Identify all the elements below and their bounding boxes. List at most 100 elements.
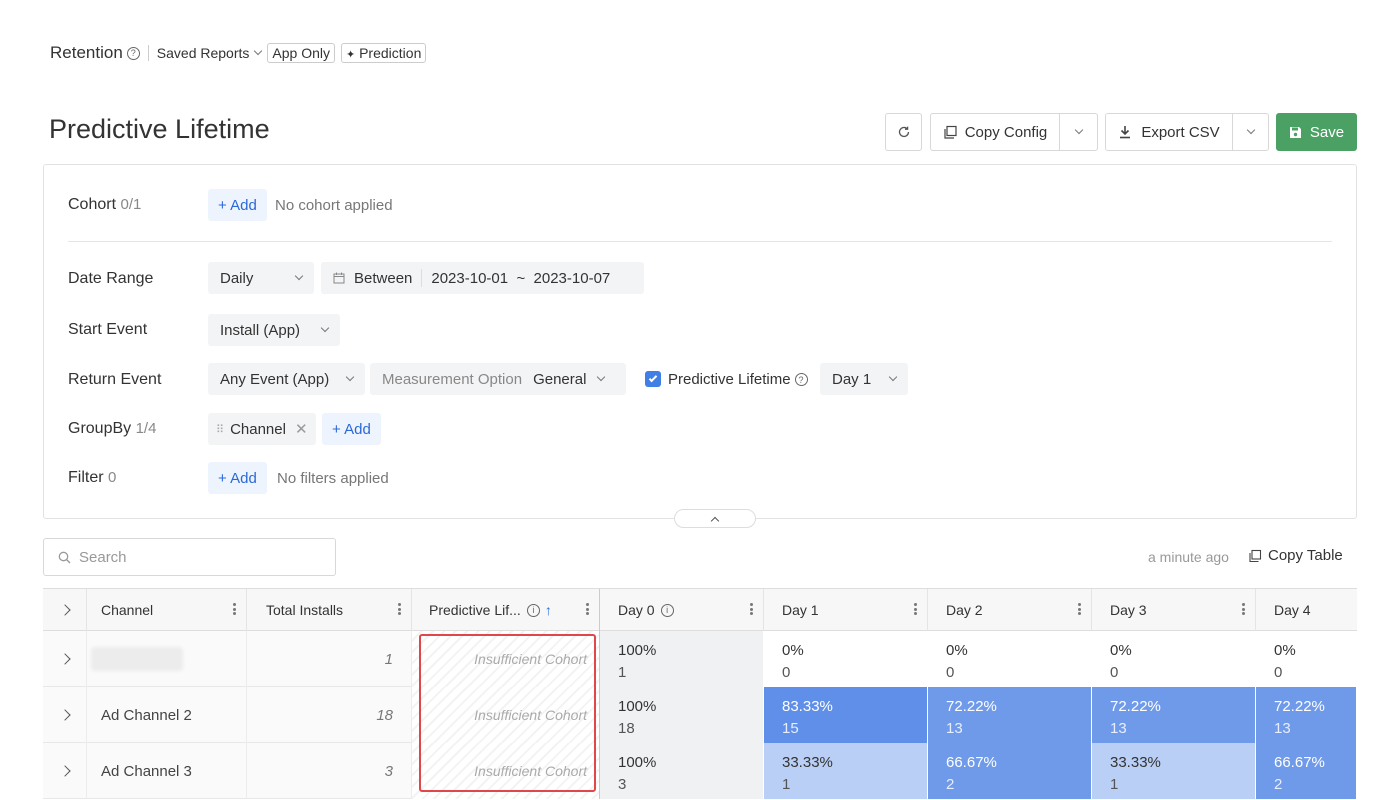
retention-cell-day0[interactable]: 100% 18 <box>600 687 764 743</box>
retention-cell-day2[interactable]: 0% 0 <box>928 631 1092 687</box>
save-button[interactable]: Save <box>1276 113 1357 151</box>
retention-cell-day3[interactable]: 0% 0 <box>1092 631 1256 687</box>
date-granularity-select[interactable]: Daily <box>208 262 314 294</box>
row-expand-button[interactable] <box>43 631 87 687</box>
add-filter-button[interactable]: + Add <box>208 462 267 494</box>
column-header-day3[interactable]: Day 3 <box>1092 589 1256 631</box>
table-header: Channel Total Installs Predictive Lif...… <box>43 589 1357 631</box>
question-circle-icon[interactable]: ? <box>126 46 140 60</box>
retention-percent: 72.22% <box>946 698 997 715</box>
column-header-channel[interactable]: Channel <box>87 589 247 631</box>
refresh-icon <box>898 126 909 138</box>
retention-cell-day1[interactable]: 33.33% 1 <box>764 743 928 799</box>
column-header-day0[interactable]: Day 0 i <box>600 589 764 631</box>
retention-cell-day2[interactable]: 72.22% 13 <box>928 687 1092 743</box>
last-updated-text: a minute ago <box>1148 549 1229 565</box>
predictive-day-select[interactable]: Day 1 <box>820 363 908 395</box>
column-header-predictive-lifetime[interactable]: Predictive Lif... i ↑ <box>412 589 600 631</box>
retention-cell-day4[interactable]: 66.67% 2 <box>1256 743 1357 799</box>
start-event-value: Install (App) <box>220 321 301 339</box>
table-row[interactable]: Ad Channel 2 18 Insufficient Cohort 100% 1… <box>43 687 1357 743</box>
refresh-button[interactable] <box>885 113 922 151</box>
expand-all-button[interactable] <box>43 589 87 631</box>
retention-percent: 33.33% <box>782 754 833 771</box>
retention-cell-day4[interactable]: 72.22% 13 <box>1256 687 1357 743</box>
groupby-label-text: GroupBy <box>68 420 132 437</box>
column-menu-icon[interactable] <box>1242 603 1245 615</box>
retention-cell-day1[interactable]: 83.33% 15 <box>764 687 928 743</box>
chevron-right-icon <box>58 709 71 721</box>
retention-count: 1 <box>782 776 791 793</box>
column-menu-icon[interactable] <box>586 603 589 615</box>
return-event-label: Return Event <box>68 371 162 388</box>
retention-count: 13 <box>946 720 963 737</box>
filter-empty-text: No filters applied <box>277 470 389 487</box>
saved-reports-dropdown[interactable]: Saved Reports <box>156 45 263 61</box>
close-icon[interactable]: ✕ <box>295 420 308 438</box>
copy-table-button[interactable]: Copy Table <box>1248 547 1343 564</box>
column-menu-icon[interactable] <box>1078 603 1081 615</box>
measurement-option-select[interactable]: Measurement Option General <box>370 363 626 395</box>
predictive-lifetime-cell: Insufficient Cohort <box>412 631 600 687</box>
info-icon[interactable]: i <box>660 603 674 617</box>
retention-percent: 72.22% <box>1274 698 1325 715</box>
chevron-down-icon <box>1246 125 1255 135</box>
chevron-down-icon <box>345 372 355 382</box>
export-csv-button[interactable]: Export CSV <box>1105 113 1233 151</box>
groupby-chip-channel[interactable]: ⠿ Channel ✕ <box>208 413 316 445</box>
column-menu-icon[interactable] <box>914 603 917 615</box>
tag-app-only[interactable]: App Only <box>267 43 335 63</box>
chevron-down-icon <box>1074 125 1083 135</box>
table-row[interactable]: Ad Channel 3 3 Insufficient Cohort 100% 3 … <box>43 743 1357 799</box>
search-input[interactable] <box>79 548 319 566</box>
question-circle-icon[interactable]: ? <box>794 373 808 386</box>
add-cohort-button[interactable]: + Add <box>208 189 267 221</box>
export-csv-dropdown[interactable] <box>1232 113 1269 151</box>
search-field[interactable] <box>43 538 336 576</box>
retention-count: 0 <box>946 664 955 681</box>
retention-cell-day1[interactable]: 0% 0 <box>764 631 928 687</box>
column-menu-icon[interactable] <box>233 603 236 615</box>
predictive-lifetime-checkbox[interactable] <box>645 371 661 387</box>
tag-prediction[interactable]: ✦ Prediction <box>340 43 427 63</box>
retention-cell-day2[interactable]: 66.67% 2 <box>928 743 1092 799</box>
groupby-label: GroupBy 1/4 <box>68 420 156 438</box>
retention-cell-day4[interactable]: 0% 0 <box>1256 631 1357 687</box>
copy-config-button[interactable]: Copy Config <box>930 113 1060 151</box>
collapse-panel-button[interactable] <box>674 509 756 528</box>
copy-icon <box>944 125 957 139</box>
retention-cell-day3[interactable]: 72.22% 13 <box>1092 687 1256 743</box>
column-header-day2[interactable]: Day 2 <box>928 589 1092 631</box>
retention-cell-day3[interactable]: 33.33% 1 <box>1092 743 1256 799</box>
column-header-day2-label: Day 2 <box>946 602 983 618</box>
report-topbar: Retention ? Saved Reports App Only ✦ Pre… <box>50 41 427 65</box>
return-event-select[interactable]: Any Event (App) <box>208 363 365 395</box>
sort-ascending-icon[interactable]: ↑ <box>545 602 552 618</box>
predictive-day-value: Day 1 <box>832 370 872 388</box>
floppy-disk-icon <box>1289 126 1301 138</box>
copy-config-dropdown[interactable] <box>1059 113 1098 151</box>
date-mode: Between <box>354 269 413 287</box>
divider <box>147 45 149 61</box>
column-header-day1[interactable]: Day 1 <box>764 589 928 631</box>
retention-count: 0 <box>782 664 791 681</box>
column-header-day4[interactable]: Day 4 <box>1256 589 1357 631</box>
chevron-down-icon <box>320 323 330 333</box>
column-header-total-installs[interactable]: Total Installs <box>247 589 412 631</box>
column-menu-icon[interactable] <box>398 603 401 615</box>
row-expand-button[interactable] <box>43 743 87 799</box>
info-icon[interactable]: i <box>526 603 540 617</box>
add-groupby-button[interactable]: + Add <box>322 413 381 445</box>
row-expand-button[interactable] <box>43 687 87 743</box>
saved-reports-label: Saved Reports <box>156 45 250 61</box>
table-row[interactable]: 1 Insufficient Cohort 100% 1 0% 0 0% 0 0%… <box>43 631 1357 687</box>
column-header-day1-label: Day 1 <box>782 602 819 618</box>
retention-cell-day0[interactable]: 100% 3 <box>600 743 764 799</box>
retention-percent: 0% <box>1274 642 1296 659</box>
drag-handle-icon[interactable]: ⠿ <box>216 423 224 436</box>
column-menu-icon[interactable] <box>750 603 753 615</box>
divider <box>68 241 1332 242</box>
start-event-select[interactable]: Install (App) <box>208 314 340 346</box>
date-range-picker[interactable]: Between 2023-10-01 ~ 2023-10-07 <box>321 262 644 294</box>
retention-cell-day0[interactable]: 100% 1 <box>600 631 764 687</box>
